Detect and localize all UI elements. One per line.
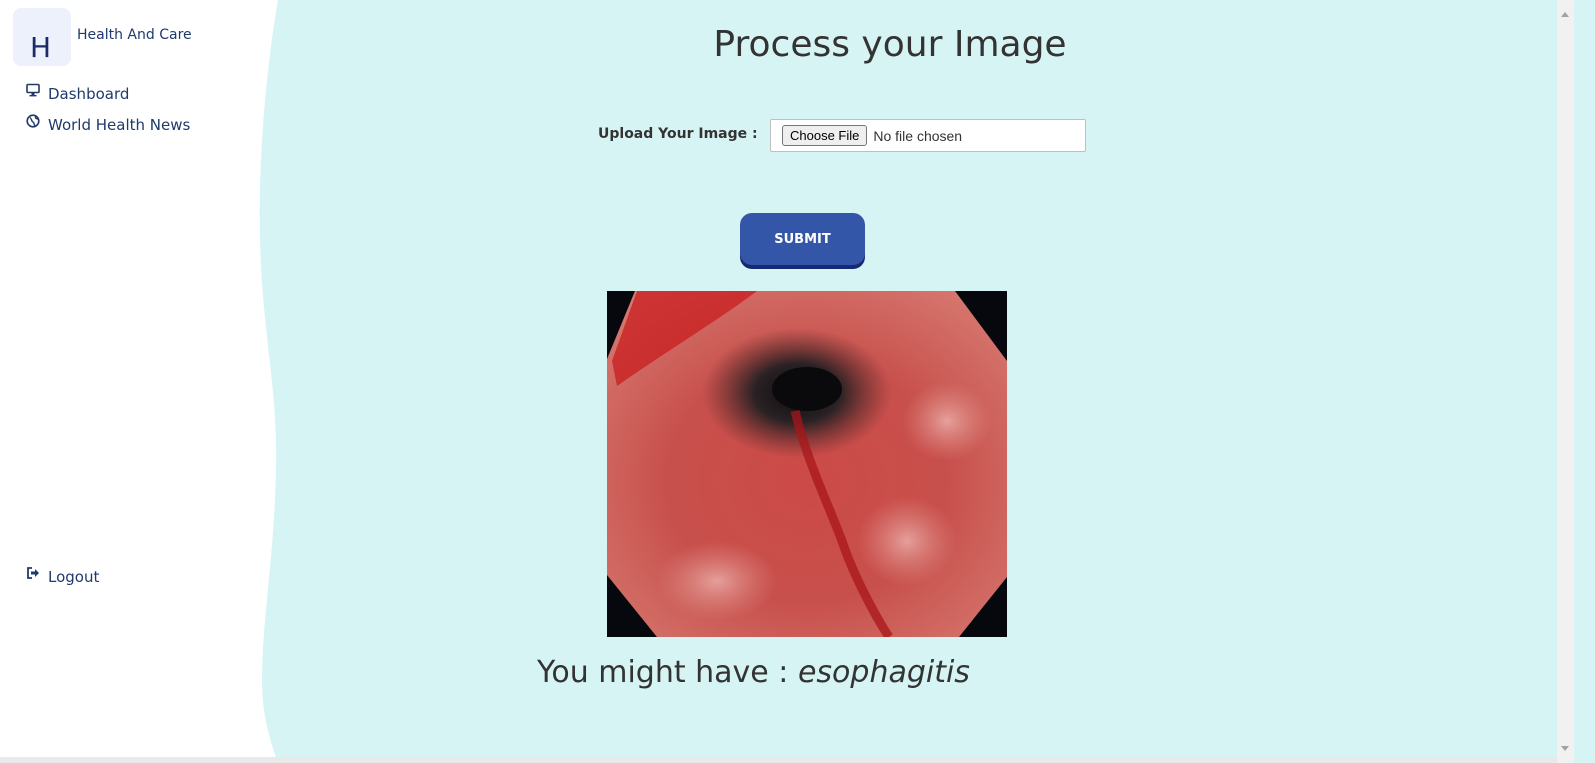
choose-file-button[interactable]: Choose File	[782, 125, 868, 146]
nav-item-label: Dashboard	[48, 85, 130, 103]
prediction-result: You might have : esophagitis	[537, 655, 970, 690]
result-diagnosis: esophagitis	[797, 655, 970, 690]
horizontal-scrollbar[interactable]	[0, 757, 1557, 763]
logout-icon	[26, 566, 40, 580]
vertical-scrollbar[interactable]	[1557, 0, 1574, 763]
scroll-down-arrow-icon[interactable]	[1561, 746, 1569, 751]
globe-icon	[26, 114, 40, 128]
logout-label: Logout	[48, 568, 100, 586]
submit-button[interactable]: SUBMIT	[740, 213, 865, 265]
file-status: No file chosen	[873, 127, 963, 144]
scroll-up-arrow-icon[interactable]	[1561, 12, 1569, 17]
upload-label: Upload Your Image :	[598, 126, 758, 142]
file-input[interactable]: Choose File No file chosen	[770, 119, 1086, 152]
page-title: Process your Image	[713, 24, 1067, 65]
nav-item-world-health-news[interactable]: World Health News	[26, 114, 191, 134]
uploaded-endoscopy-image	[607, 291, 1007, 637]
result-prefix: You might have :	[537, 655, 798, 690]
logo-letter: H	[30, 31, 52, 64]
nav-item-dashboard[interactable]: Dashboard	[26, 83, 130, 103]
logout-link[interactable]: Logout	[26, 566, 100, 586]
sidebar: H Health And Care Dashboard World Health…	[0, 0, 280, 763]
main-content: Process your Image Upload Your Image : C…	[285, 0, 1560, 763]
monitor-icon	[26, 83, 40, 97]
brand-name[interactable]: Health And Care	[77, 27, 192, 43]
brand-logo[interactable]: H	[13, 8, 71, 66]
nav-item-label: World Health News	[48, 116, 191, 134]
